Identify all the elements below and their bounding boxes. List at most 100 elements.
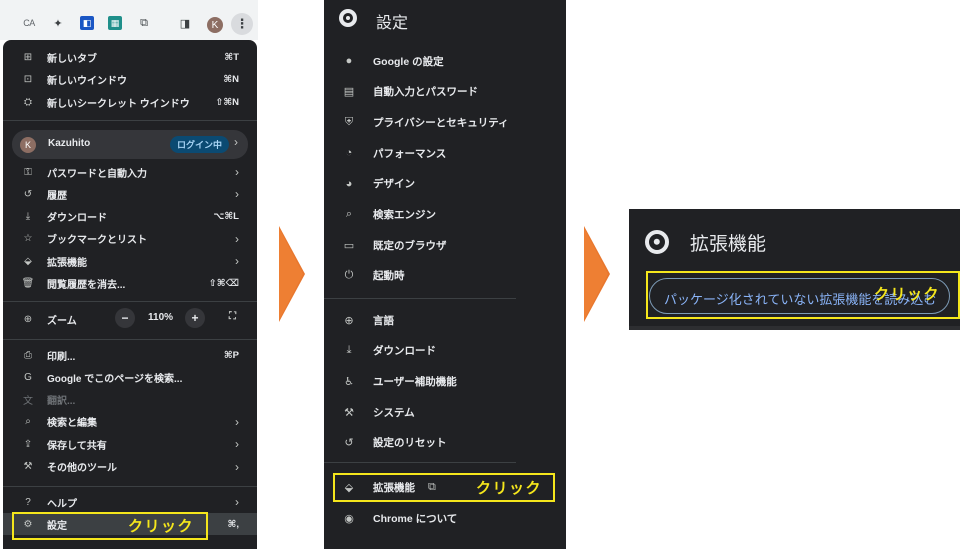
trash-icon: 🗑 (21, 278, 35, 289)
menu-item[interactable]: ⤓ ダウンロード ⌥⌘L (3, 206, 257, 228)
sidebar-item[interactable]: ↺ 設定のリセット (324, 432, 566, 454)
help-icon: ? (25, 496, 31, 508)
menu-item-label: 検索と編集 (47, 418, 97, 430)
menu-item-label: パスワードと自動入力 (47, 168, 147, 180)
menu-item[interactable]: ⇪ 保存して共有 › (3, 433, 257, 455)
menu-item-label: 印刷... (47, 351, 76, 363)
menu-item-label: 新しいウインドウ (47, 76, 127, 87)
sidebar-item-label: 検索エンジン (373, 209, 436, 221)
ca-extension-icon[interactable]: CA (22, 16, 36, 30)
shortcut-text: ⇧⌘N (215, 96, 239, 108)
chevron-right-icon: › (234, 135, 238, 149)
menu-item[interactable]: ⬙ 拡張機能 › (3, 250, 257, 272)
menu-item-label: 閲覧履歴を消去... (47, 280, 126, 291)
search-icon: ⌕ (345, 208, 353, 220)
menu-item[interactable]: ⊡ 新しいウインドウ ⌘N (3, 69, 257, 91)
download-icon: ⤓ (346, 344, 352, 357)
menu-item-label: ダウンロード (47, 213, 107, 225)
menu-item[interactable]: ↺ 履歴 › (3, 183, 257, 205)
sidebar-item[interactable]: ● Google の設定 (324, 50, 566, 72)
menu-item[interactable]: 🗑 閲覧履歴を消去... ⇧⌘⌫ (3, 273, 257, 295)
extensions-puzzle-icon[interactable]: ⧉ (137, 16, 151, 30)
side-panel-icon[interactable]: ◨ (178, 16, 192, 30)
zoom-in-button[interactable]: + (185, 308, 205, 328)
signed-in-badge: ログイン中 (170, 136, 230, 153)
reset-icon: ↺ (344, 437, 354, 450)
shortcut-text: ⌥⌘L (213, 211, 239, 223)
zoom-out-button[interactable]: − (115, 308, 135, 328)
zoom-value: 110% (148, 312, 174, 323)
toolbar-edge (629, 326, 960, 330)
sidebar-item-label: ダウンロード (373, 345, 436, 358)
menu-item[interactable]: ⊞ 新しいタブ ⌘T (3, 46, 257, 68)
sidebar-item[interactable]: ▭ 既定のブラウザ (324, 234, 566, 256)
chevron-right-icon: › (235, 254, 239, 269)
sidebar-item[interactable]: ⊕ 言語 (324, 309, 566, 331)
sidebar-item[interactable]: ◕ デザイン (324, 173, 566, 195)
sidebar-item-about[interactable]: ◉ Chrome について (324, 507, 566, 529)
shield-icon: ⛨ (344, 115, 354, 128)
zoom-icon: ⊕ (23, 313, 33, 325)
menu-item-label: 翻訳... (47, 396, 76, 408)
profile-avatar[interactable]: K (207, 17, 223, 33)
menu-item[interactable]: 文 翻訳... (3, 389, 257, 411)
menu-item-label: その他のツール (47, 463, 117, 474)
sidebar-item[interactable]: ◔ パフォーマンス (324, 142, 566, 164)
menu-item[interactable]: ⎙ 印刷... ⌘P (3, 344, 257, 366)
menu-item[interactable]: G Google でこのページを検索... (3, 366, 257, 388)
sidebar-item[interactable]: ▤ 自動入力とパスワード (324, 81, 566, 103)
globe-icon: ⊕ (344, 314, 354, 327)
click-annotation: クリック (476, 480, 543, 497)
extensions-title: 拡張機能 (690, 234, 767, 255)
menu-item-help[interactable]: ? ヘルプ › (3, 491, 257, 513)
sidebar-item-label: システム (373, 406, 415, 419)
tools-icon: ⚒ (23, 461, 33, 472)
puzzle-app-icon[interactable]: ✦ (51, 16, 65, 30)
zoom-label: ズーム (47, 315, 77, 327)
menu-item[interactable]: ⚒ その他のツール › (3, 456, 257, 478)
history-icon: ↺ (23, 188, 33, 200)
profile-name: Kazuhito (48, 138, 91, 149)
menu-item-label: ブックマークとリスト (47, 235, 147, 247)
print-icon: ⎙ (24, 349, 32, 361)
download-icon: ⤓ (25, 211, 31, 223)
profile-row[interactable]: K Kazuhito ログイン中 › (12, 130, 248, 159)
palette-icon: ◕ (345, 177, 353, 190)
shortcut-text: ⌘, (227, 518, 239, 530)
teal-extension-icon[interactable]: ▦ (108, 16, 122, 30)
settings-sidebar-screenshot: 設定 ● Google の設定 ▤ 自動入力とパスワード ⛨ プライバシーとセキュリティ ◔… (324, 0, 566, 549)
menu-item[interactable]: ⚿ パスワードと自動入力 › (3, 161, 257, 183)
chrome-logo-icon (339, 9, 357, 27)
menu-item-label: 保存して共有 (47, 440, 107, 452)
google-icon: G (24, 371, 32, 383)
sidebar-item[interactable]: ⚒ システム (324, 401, 566, 423)
menu-item-label: Google でこのページを検索... (47, 373, 183, 385)
menu-divider (3, 486, 257, 487)
chevron-right-icon: › (235, 165, 239, 179)
chevron-right-icon: › (235, 459, 239, 474)
sidebar-item[interactable]: ♿ ユーザー補助機能 (324, 370, 566, 392)
settings-title: 設定 (376, 15, 409, 32)
menu-item-label: 履歴 (47, 190, 67, 202)
sidebar-item[interactable]: ⏻ 起動時 (324, 265, 566, 287)
menu-kebab-icon[interactable]: ⋮ (231, 13, 253, 35)
browser-icon: ▭ (343, 239, 355, 252)
star-icon: ☆ (23, 233, 33, 245)
incognito-icon: ⛭ (24, 96, 32, 108)
menu-item[interactable]: ⌕ 検索と編集 › (3, 411, 257, 433)
clipboard-icon: ▤ (343, 86, 355, 99)
blue-extension-icon[interactable]: ◧ (80, 16, 94, 30)
menu-item-label: ヘルプ (47, 498, 77, 510)
sidebar-item-label: ユーザー補助機能 (373, 375, 457, 388)
sidebar-item[interactable]: ⛨ プライバシーとセキュリティ (324, 111, 566, 133)
menu-item-label: 拡張機能 (47, 257, 87, 269)
chevron-right-icon: › (235, 231, 239, 246)
menu-item[interactable]: ☆ ブックマークとリスト › (3, 228, 257, 250)
accessibility-icon: ♿ (344, 375, 354, 388)
sidebar-item[interactable]: ⤓ ダウンロード (324, 340, 566, 362)
new-window-icon: ⊡ (23, 74, 33, 85)
sidebar-item[interactable]: ⌕ 検索エンジン (324, 204, 566, 226)
fullscreen-icon[interactable]: ⛶ (229, 311, 241, 323)
sidebar-item-label: デザイン (373, 178, 415, 191)
menu-item[interactable]: ⛭ 新しいシークレット ウインドウ ⇧⌘N (3, 91, 257, 113)
